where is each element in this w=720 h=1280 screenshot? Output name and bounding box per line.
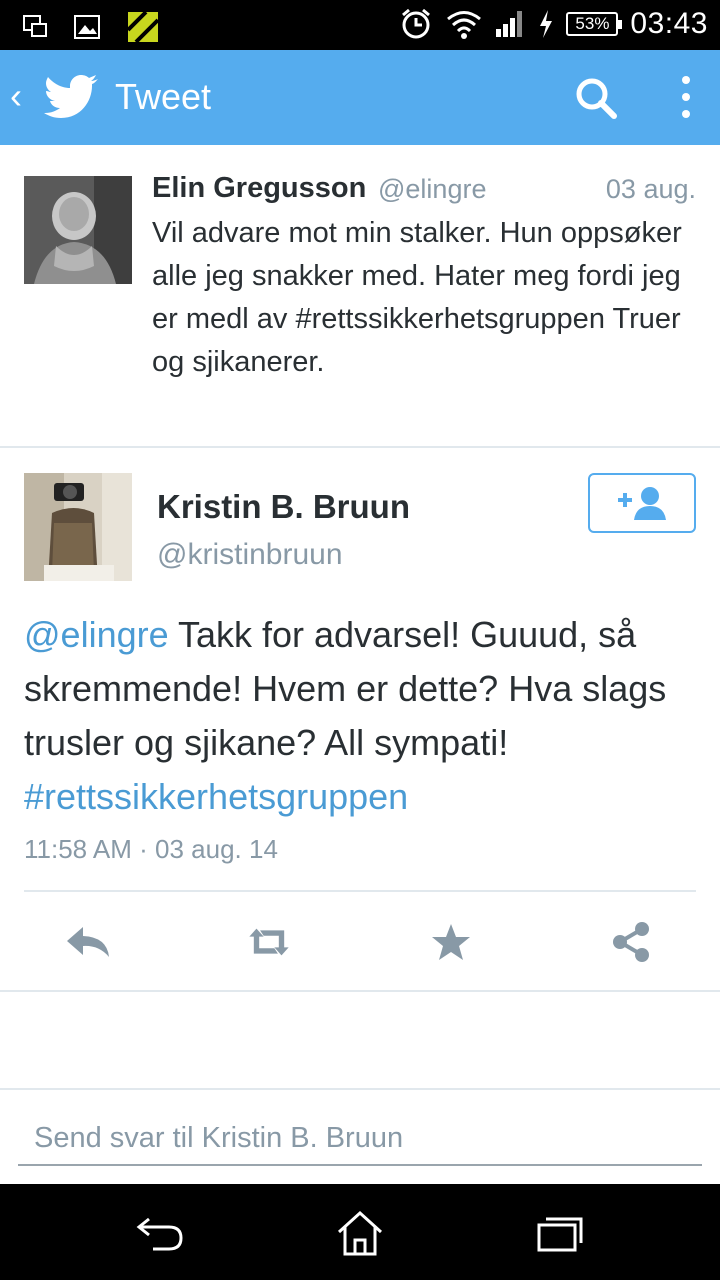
tweet-text: Vil advare mot min stalker. Hun oppsøker…: [152, 217, 682, 378]
battery-indicator: 53%: [566, 12, 623, 36]
back-button[interactable]: [132, 1210, 188, 1256]
charging-icon: [540, 10, 553, 38]
avatar[interactable]: [24, 176, 132, 284]
retweet-icon: [249, 928, 289, 956]
divider: [0, 990, 720, 992]
search-icon[interactable]: [574, 76, 618, 120]
retweet-button[interactable]: [244, 920, 294, 964]
author-handle[interactable]: @kristinbruun: [157, 538, 343, 572]
reply-button[interactable]: [64, 920, 114, 964]
share-icon: [613, 922, 649, 962]
main-tweet: Kristin B. Bruun @kristinbruun @elingre …: [0, 450, 720, 990]
reply-icon: [67, 927, 109, 957]
tweet-actions: [0, 910, 720, 980]
author-name[interactable]: Kristin B. Bruun: [157, 488, 410, 526]
overflow-menu-icon[interactable]: [680, 76, 692, 127]
author-handle[interactable]: @elingre: [378, 174, 486, 205]
parent-tweet[interactable]: Elin Gregusson @elingre 03 aug. Vil adva…: [0, 150, 720, 448]
recent-apps-button[interactable]: [532, 1210, 588, 1256]
tweet-text: @elingre Takk for advarsel! Guuud, så sk…: [24, 608, 704, 824]
app-notification-icon: [126, 10, 160, 44]
signal-icon: [496, 11, 523, 37]
share-button[interactable]: [606, 920, 656, 964]
home-icon: [337, 1210, 383, 1256]
reply-input[interactable]: [18, 1112, 702, 1166]
mention-link[interactable]: @elingre: [24, 614, 169, 655]
back-arrow-icon: [136, 1217, 183, 1251]
wifi-icon: [447, 11, 482, 39]
add-user-icon: [618, 487, 666, 520]
clock: 03:43: [630, 7, 708, 40]
app-bar: ‹ Tweet: [0, 50, 720, 145]
author-name[interactable]: Elin Gregusson: [152, 172, 366, 205]
alarm-icon: [402, 8, 431, 39]
screenshot-icon: [23, 15, 47, 37]
star-icon: [432, 924, 470, 960]
recent-apps-icon: [537, 1217, 583, 1252]
home-button[interactable]: [332, 1210, 388, 1256]
divider: [24, 890, 696, 892]
image-icon: [74, 15, 100, 39]
follow-button[interactable]: [588, 473, 696, 533]
tweet-date: 03 aug.: [605, 174, 696, 204]
navigation-bar: [0, 1184, 720, 1280]
screen-title: Tweet: [115, 76, 212, 117]
twitter-bird-icon[interactable]: [44, 74, 100, 120]
avatar[interactable]: [24, 473, 132, 581]
tweet-timestamp: 11:58 AM · 03 aug. 14: [24, 834, 278, 864]
back-chevron-icon[interactable]: ‹: [10, 78, 22, 114]
hashtag-link[interactable]: #rettssikkerhetsgruppen: [24, 776, 408, 817]
status-bar: 53% 03:43: [0, 0, 720, 50]
divider: [0, 1088, 720, 1090]
favorite-button[interactable]: [426, 920, 476, 964]
